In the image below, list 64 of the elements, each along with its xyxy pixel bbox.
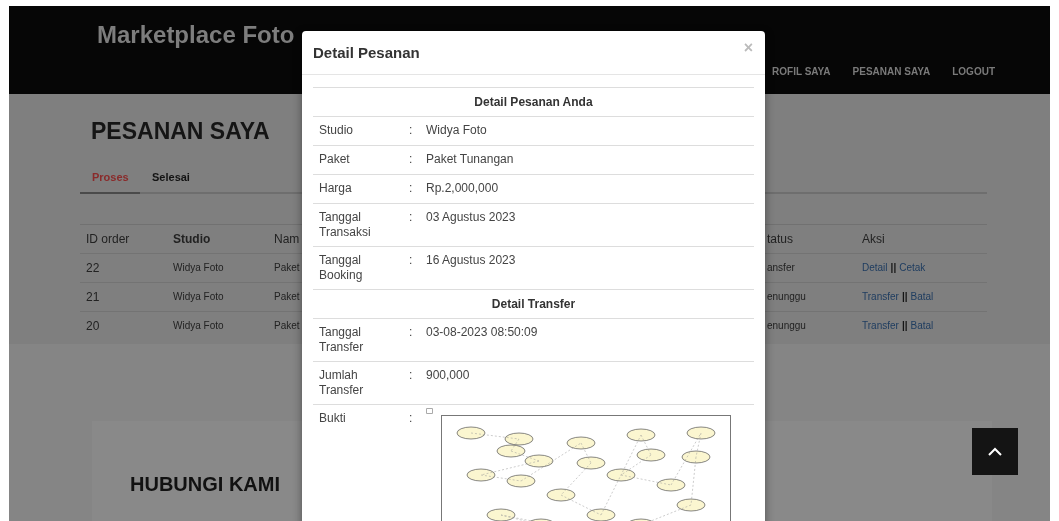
nav-link[interactable]: ROFIL SAYA <box>772 66 831 77</box>
column-header: Studio <box>173 231 211 246</box>
field-label: Jumlah Transfer <box>319 368 365 398</box>
table-cell: 22 <box>86 260 100 275</box>
table-cell: Paket <box>274 291 300 303</box>
action-link[interactable]: Transfer <box>862 320 899 332</box>
field-value: 03-08-2023 08:50:09 <box>426 325 539 341</box>
field-value: Widya Foto <box>426 123 488 139</box>
field-label: Paket <box>319 152 351 168</box>
page-title: PESANAN SAYA <box>91 117 270 145</box>
table-cell: 20 <box>86 318 100 333</box>
separator-text: || <box>901 291 908 303</box>
colon-text: : <box>409 368 414 384</box>
scroll-to-top-button[interactable] <box>972 428 1018 475</box>
table-cell: ansfer <box>767 262 795 274</box>
column-header: Aksi <box>862 231 885 246</box>
separator-text: || <box>890 262 897 274</box>
field-label: Bukti <box>319 411 347 427</box>
colon-text: : <box>409 210 414 226</box>
field-value: 16 Agustus 2023 <box>426 253 517 269</box>
action-link[interactable]: Batal <box>910 291 934 303</box>
field-label: Studio <box>319 123 355 139</box>
field-label: Harga <box>319 181 353 197</box>
field-value: Paket Tunangan <box>426 152 515 168</box>
action-link[interactable]: Detail <box>862 262 888 274</box>
action-link[interactable]: Transfer <box>862 291 899 303</box>
section-title: HUBUNGI KAMI <box>130 473 281 496</box>
table-cell: Paket <box>274 320 300 332</box>
table-cell: enunggu <box>767 320 806 332</box>
field-label: Tanggal Transfer <box>319 325 365 355</box>
action-link[interactable]: Batal <box>910 320 934 332</box>
table-cell: enunggu <box>767 291 806 303</box>
colon-text: : <box>409 181 414 197</box>
table-cell: Widya Foto <box>173 291 224 303</box>
image-icon <box>426 408 433 414</box>
site-logo-text[interactable]: Marketplace Foto <box>97 21 295 49</box>
table-cell: 21 <box>86 289 100 304</box>
table-cell: Widya Foto <box>173 262 224 274</box>
colon-text: : <box>409 123 414 139</box>
tab[interactable]: Selesai <box>140 170 202 194</box>
action-link[interactable]: Cetak <box>899 262 926 274</box>
section-heading: Detail Pesanan Anda <box>313 87 754 116</box>
field-value: 03 Agustus 2023 <box>426 210 517 226</box>
field-value: Rp.2,000,000 <box>426 181 500 197</box>
field-label: Tanggal Booking <box>319 253 364 283</box>
field-label: Tanggal Transaksi <box>319 210 372 240</box>
column-header: Nam <box>274 231 300 246</box>
field-value: 900,000 <box>426 368 471 384</box>
table-cell: Widya Foto <box>173 320 224 332</box>
colon-text: : <box>409 411 414 427</box>
close-button[interactable]: × <box>743 39 753 57</box>
chevron-up-icon <box>987 446 1003 457</box>
colon-text: : <box>409 325 414 341</box>
separator-text: || <box>901 320 908 332</box>
nav-link[interactable]: PESANAN SAYA <box>852 66 931 77</box>
column-header: tatus <box>767 231 793 246</box>
nav-link[interactable]: LOGOUT <box>952 66 995 77</box>
modal-title: Detail Pesanan <box>313 44 420 61</box>
section-heading: Detail Transfer <box>313 289 754 318</box>
tab[interactable]: Proses <box>80 170 140 194</box>
table-cell: Paket <box>274 262 300 274</box>
colon-text: : <box>409 253 414 269</box>
column-header: ID order <box>86 231 130 246</box>
colon-text: : <box>409 152 414 168</box>
